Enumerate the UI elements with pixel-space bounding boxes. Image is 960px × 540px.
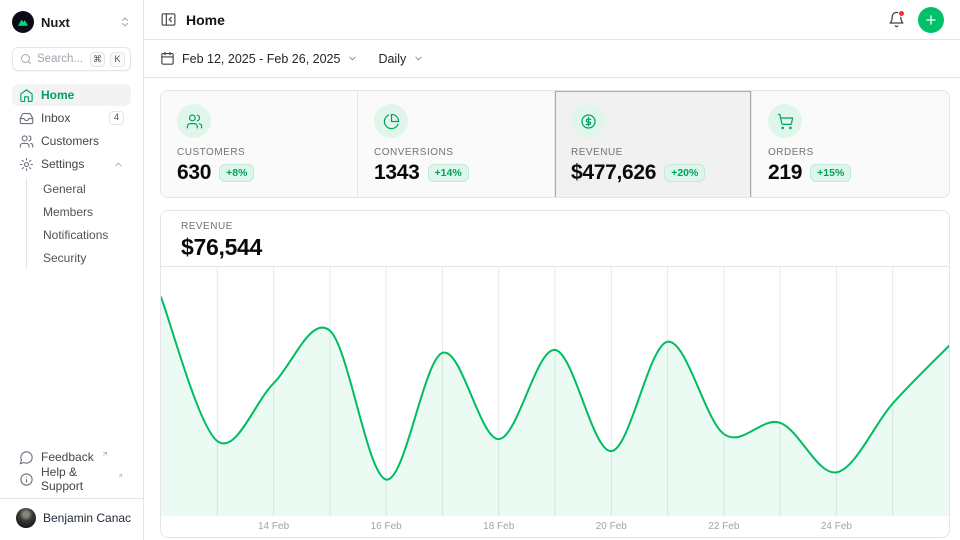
- stat-label: ORDERS: [768, 147, 933, 158]
- collapse-sidebar-button[interactable]: [160, 11, 177, 28]
- panel-left-close-icon: [160, 11, 177, 28]
- info-circle-icon: [19, 472, 34, 487]
- chevrons-up-down-icon: [119, 16, 131, 28]
- chevron-up-icon: [113, 159, 124, 170]
- settings-subnav: General Members Notifications Security: [26, 178, 131, 269]
- gear-icon: [19, 157, 34, 172]
- kbd-k: K: [110, 52, 125, 67]
- x-axis: 14 Feb 16 Feb 18 Feb 20 Feb 22 Feb 24 Feb: [161, 516, 949, 537]
- search-input-wrapper[interactable]: ⌘ K: [12, 47, 131, 71]
- x-axis-label: 16 Feb: [371, 521, 402, 532]
- revenue-area-chart[interactable]: [161, 267, 949, 516]
- add-button[interactable]: [918, 7, 944, 33]
- stat-label: REVENUE: [571, 147, 735, 158]
- sidebar-item-home[interactable]: Home: [12, 84, 131, 106]
- stat-card-orders[interactable]: ORDERS 219 +15%: [752, 91, 949, 198]
- stats-row: CUSTOMERS 630 +8% CONVERSIONS 1343 +14%: [160, 90, 950, 198]
- sidebar-item-label: Inbox: [41, 111, 70, 125]
- interval-select[interactable]: Daily: [378, 52, 424, 66]
- sidebar-item-members[interactable]: Members: [39, 201, 131, 223]
- stat-card-revenue[interactable]: REVENUE $477,626 +20%: [555, 91, 752, 198]
- chart-header: REVENUE $76,544: [161, 211, 949, 267]
- stat-value: $477,626: [571, 161, 656, 185]
- inbox-count-badge: 4: [109, 111, 124, 125]
- sidebar-item-label: Home: [41, 88, 74, 102]
- sidebar-nav: Home Inbox 4 Customers Settings General …: [12, 84, 131, 269]
- sidebar-item-notifications[interactable]: Notifications: [39, 224, 131, 246]
- plus-icon: [924, 13, 938, 27]
- stat-value: 1343: [374, 161, 420, 185]
- kbd-cmd: ⌘: [90, 52, 105, 67]
- sidebar-item-label: Notifications: [43, 228, 108, 242]
- user-name: Benjamin Canac: [43, 511, 131, 525]
- users-icon: [19, 134, 34, 149]
- chart-label: REVENUE: [181, 221, 929, 232]
- cart-icon: [768, 104, 802, 138]
- nuxt-logo-icon: [12, 11, 34, 33]
- notification-dot: [898, 10, 905, 17]
- feedback-label: Feedback: [41, 450, 94, 464]
- inbox-icon: [19, 111, 34, 126]
- pie-chart-icon: [374, 104, 408, 138]
- external-link-icon: [117, 472, 124, 480]
- stat-label: CUSTOMERS: [177, 147, 341, 158]
- avatar: [16, 508, 36, 528]
- stat-value: 630: [177, 161, 211, 185]
- sidebar-item-customers[interactable]: Customers: [12, 130, 131, 152]
- sidebar-footer: Feedback Help & Support Benjamin Canac: [12, 446, 131, 530]
- chart-value: $76,544: [181, 234, 929, 261]
- stat-value: 219: [768, 161, 802, 185]
- revenue-chart-card: REVENUE $76,544 14 Feb 16 Feb 18 Feb 20 Feb…: [160, 210, 950, 538]
- home-icon: [19, 88, 34, 103]
- chevron-down-icon: [347, 53, 358, 64]
- x-axis-label: 18 Feb: [483, 521, 514, 532]
- page-title: Home: [186, 12, 225, 28]
- user-menu[interactable]: Benjamin Canac: [12, 499, 131, 530]
- dashboard-app: Nuxt ⌘ K Home Inbox 4 Customers: [0, 0, 960, 540]
- sidebar-item-label: General: [43, 182, 86, 196]
- search-input[interactable]: [37, 53, 85, 65]
- x-axis-label: 20 Feb: [596, 521, 627, 532]
- stat-delta-badge: +15%: [810, 164, 851, 182]
- dollar-circle-icon: [571, 104, 605, 138]
- notifications-button[interactable]: [888, 11, 905, 28]
- x-axis-label: 22 Feb: [708, 521, 739, 532]
- stat-card-customers[interactable]: CUSTOMERS 630 +8%: [161, 91, 358, 198]
- chat-bubble-icon: [19, 450, 34, 465]
- users-icon: [177, 104, 211, 138]
- sidebar-item-label: Members: [43, 205, 93, 219]
- external-link-icon: [101, 450, 109, 458]
- interval-value: Daily: [378, 52, 406, 66]
- stat-delta-badge: +20%: [664, 164, 705, 182]
- sidebar-item-settings[interactable]: Settings: [12, 153, 131, 175]
- sidebar-item-inbox[interactable]: Inbox 4: [12, 107, 131, 129]
- stat-card-conversions[interactable]: CONVERSIONS 1343 +14%: [358, 91, 555, 198]
- x-axis-label: 24 Feb: [821, 521, 852, 532]
- chevron-down-icon: [413, 53, 424, 64]
- sidebar-item-label: Settings: [41, 157, 84, 171]
- team-name: Nuxt: [41, 15, 70, 30]
- filter-bar: Feb 12, 2025 - Feb 26, 2025 Daily: [144, 40, 960, 78]
- content: CUSTOMERS 630 +8% CONVERSIONS 1343 +14%: [144, 78, 960, 538]
- stat-delta-badge: +8%: [219, 164, 254, 182]
- sidebar-item-label: Customers: [41, 134, 99, 148]
- stat-label: CONVERSIONS: [374, 147, 538, 158]
- date-range-picker[interactable]: Feb 12, 2025 - Feb 26, 2025: [160, 51, 358, 66]
- calendar-icon: [160, 51, 175, 66]
- help-support-link[interactable]: Help & Support: [12, 468, 131, 490]
- search-icon: [20, 53, 32, 65]
- help-support-label: Help & Support: [41, 465, 110, 493]
- main-area: Home Feb 12, 2025 - Feb 26, 2025 Daily: [144, 0, 960, 540]
- sidebar-item-general[interactable]: General: [39, 178, 131, 200]
- date-range-value: Feb 12, 2025 - Feb 26, 2025: [182, 52, 340, 66]
- x-axis-label: 14 Feb: [258, 521, 289, 532]
- sidebar-item-label: Security: [43, 251, 86, 265]
- top-bar: Home: [144, 0, 960, 40]
- stat-delta-badge: +14%: [428, 164, 469, 182]
- sidebar-item-security[interactable]: Security: [39, 247, 131, 269]
- team-switcher[interactable]: Nuxt: [12, 10, 131, 34]
- sidebar: Nuxt ⌘ K Home Inbox 4 Customers: [0, 0, 144, 540]
